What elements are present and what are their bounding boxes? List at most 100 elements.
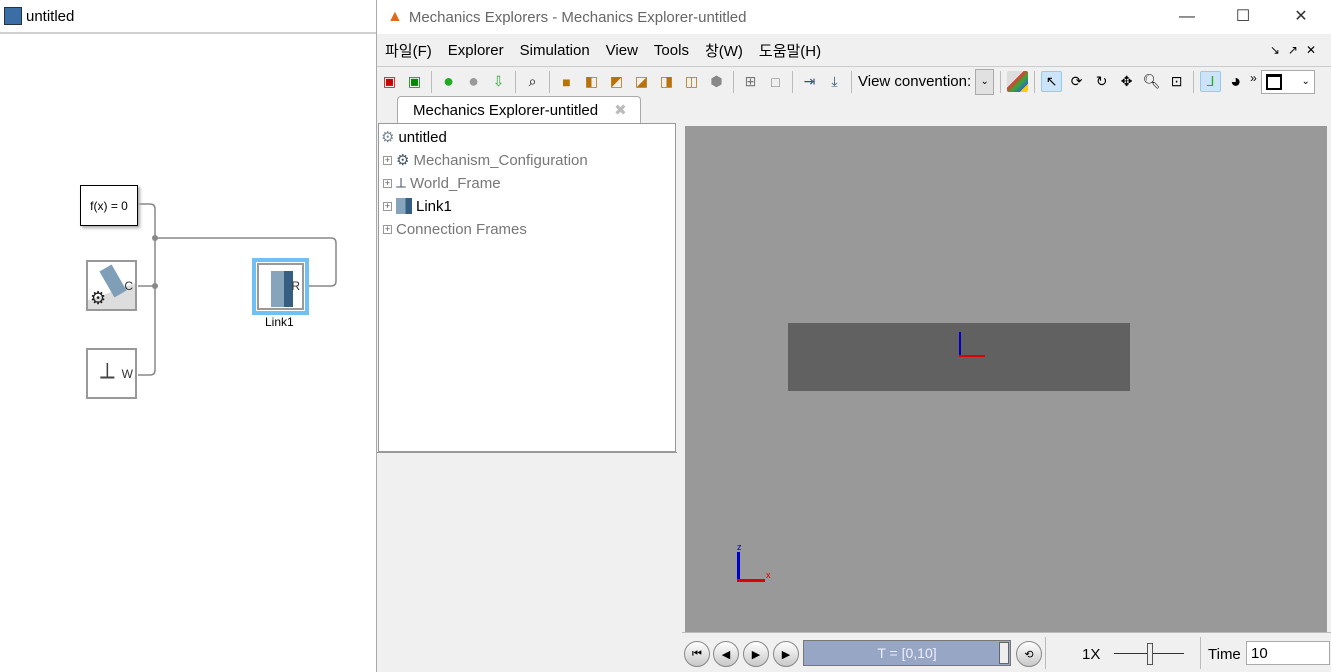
stop-icon[interactable]: ● <box>463 71 484 92</box>
tab-bar: Mechanics Explorer-untitled ✖ <box>377 96 1331 123</box>
update-diagram-icon[interactable]: ⇩ <box>488 71 509 92</box>
time-input[interactable]: 10 <box>1246 641 1330 665</box>
solid-box-icon <box>271 271 293 307</box>
menu-bar: 파일(F) Explorer Simulation View Tools 창(W… <box>377 36 1331 64</box>
close-button[interactable]: ✕ <box>1281 4 1321 30</box>
time-value: 10 <box>1251 645 1268 662</box>
tree-item-mechanism-configuration[interactable]: + ⚙ Mechanism_Configuration <box>383 149 588 171</box>
rewind-icon[interactable]: ⏮ <box>684 641 710 667</box>
menu-window[interactable]: 창(W) <box>705 40 743 61</box>
menu-explorer[interactable]: Explorer <box>448 42 504 59</box>
frame-axes-icon: ⟂ <box>396 174 407 192</box>
close-model-icon[interactable]: ▣ <box>379 71 400 92</box>
model-icon: ⚙ <box>381 129 395 146</box>
world-frame-block[interactable]: ⟂ W <box>86 348 137 399</box>
speed-slider[interactable] <box>1114 643 1184 665</box>
rotate-icon[interactable]: ⟳ <box>1066 71 1087 92</box>
loop-icon[interactable]: ⟲ <box>1016 641 1042 667</box>
show-frames-icon[interactable]: ⅃ <box>1200 71 1222 92</box>
tab-mechanics-explorer-untitled[interactable]: Mechanics Explorer-untitled ✖ <box>397 96 641 123</box>
run-icon[interactable]: ● <box>438 71 459 92</box>
body-frame-x-axis <box>959 355 985 357</box>
split-horizontal-icon[interactable]: ⇥ <box>799 71 820 92</box>
maximize-button[interactable]: ☐ <box>1223 4 1263 30</box>
roll-icon[interactable]: ↻ <box>1091 71 1112 92</box>
link1-block[interactable]: R <box>252 258 309 315</box>
toolbar-overflow-icon[interactable]: » <box>1250 71 1257 85</box>
mechanism-configuration-block[interactable]: ⚙ C <box>86 260 137 311</box>
toolbar: ▣ ▣ ● ● ⇩ ⌕ ■ ◧ ◩ ◪ ◨ ◫ ⬢ ⊞ □ ⇥ ⤓ View c… <box>377 66 1331 96</box>
menu-help[interactable]: 도움말(H) <box>759 40 821 61</box>
robot-arm-icon: ⚙ <box>396 152 410 169</box>
playback-bar: ⏮ ◀ ▶ ▶ T = [0,10] ⟲ 1X Time 10 <box>682 632 1331 672</box>
speed-label: 1X <box>1082 646 1101 663</box>
link1-block-label: Link1 <box>265 315 294 329</box>
left-view-icon[interactable]: ◩ <box>606 71 627 92</box>
tree-item-label: Mechanism_Configuration <box>413 151 588 169</box>
menu-tools[interactable]: Tools <box>654 42 689 59</box>
link-port-label: R <box>291 279 300 293</box>
expand-icon[interactable]: + <box>383 155 392 165</box>
select-cursor-icon[interactable]: ↖ <box>1041 71 1063 92</box>
undock-controls[interactable]: ↘↗✕ <box>1270 43 1324 57</box>
expand-icon[interactable]: + <box>383 224 392 234</box>
play-icon[interactable]: ▶ <box>743 641 769 667</box>
triad-x-axis <box>737 579 765 582</box>
signal-lines <box>138 203 337 376</box>
right-view-icon[interactable]: ◨ <box>656 71 677 92</box>
triad-z-label: z <box>737 542 742 552</box>
step-back-icon[interactable]: ◀ <box>713 641 739 667</box>
four-view-layout-icon[interactable]: ⊞ <box>740 71 761 92</box>
single-view-layout-icon[interactable]: □ <box>765 71 786 92</box>
window-title: Mechanics Explorers - Mechanics Explorer… <box>408 8 747 26</box>
properties-pane <box>377 452 677 672</box>
minimize-button[interactable]: — <box>1167 4 1207 30</box>
constraint-label: f(x) = 0 <box>90 198 128 213</box>
solid-box-icon <box>396 198 412 214</box>
save-model-icon[interactable]: ▣ <box>404 71 425 92</box>
menu-simulation[interactable]: Simulation <box>520 42 590 59</box>
body-frame-z-axis <box>959 332 961 357</box>
config-port-label: C <box>124 279 133 293</box>
tree-item-label: World_Frame <box>410 174 501 192</box>
time-range-label: T = [0,10] <box>877 645 937 661</box>
tree-root[interactable]: ⚙ untitled <box>381 126 447 148</box>
front-view-icon[interactable]: ■ <box>556 71 577 92</box>
zoom-box-icon[interactable]: ⊡ <box>1166 71 1187 92</box>
pan-icon[interactable]: ✥ <box>1116 71 1137 92</box>
bottom-view-icon[interactable]: ◪ <box>631 71 652 92</box>
step-forward-icon[interactable]: ▶ <box>773 641 799 667</box>
menu-view[interactable]: View <box>606 42 638 59</box>
tab-label: Mechanics Explorer-untitled <box>413 101 599 119</box>
view-convention-label: View convention: <box>858 73 972 90</box>
progress-handle[interactable] <box>999 642 1009 664</box>
tab-close-icon[interactable]: ✖ <box>614 101 627 119</box>
expand-icon[interactable]: + <box>383 178 392 188</box>
fit-to-view-icon[interactable]: ⌕ <box>522 71 543 92</box>
frame-axes-icon: ⟂ <box>100 358 115 383</box>
triad-z-axis <box>737 552 740 582</box>
layout-dropdown[interactable]: ⌄ <box>1260 69 1315 94</box>
world-port-label: W <box>121 367 133 381</box>
split-vertical-icon[interactable]: ⤓ <box>824 71 845 92</box>
time-progress-bar[interactable]: T = [0,10] <box>803 640 1011 666</box>
tree-item-connection-frames[interactable]: + Connection Frames <box>383 218 527 240</box>
shading-icon[interactable]: ◕ <box>1225 71 1246 92</box>
gear-icon: ⚙ <box>90 288 107 308</box>
zoom-icon[interactable]: 🔍︎ <box>1141 71 1162 92</box>
expand-icon[interactable]: + <box>383 201 392 211</box>
explorer-title-bar: ▲ Mechanics Explorers - Mechanics Explor… <box>377 0 1331 34</box>
isometric-view-icon[interactable]: ⬢ <box>706 71 727 92</box>
triad-x-label: x <box>766 570 771 580</box>
tree-root-label: untitled <box>398 128 447 146</box>
top-view-icon[interactable]: ◫ <box>681 71 702 92</box>
menu-file[interactable]: 파일(F) <box>385 40 432 61</box>
tree-item-link1[interactable]: + Link1 <box>383 195 452 217</box>
view-convention-dropdown[interactable]: ⌄ <box>975 68 995 95</box>
3d-viewport[interactable]: z x <box>685 126 1327 632</box>
back-view-icon[interactable]: ◧ <box>581 71 602 92</box>
matlab-logo-icon: ▲ <box>387 8 403 25</box>
tree-item-world-frame[interactable]: + ⟂ World_Frame <box>383 172 501 194</box>
constraint-block[interactable]: f(x) = 0 <box>80 185 138 226</box>
color-scheme-icon[interactable] <box>1007 71 1029 92</box>
